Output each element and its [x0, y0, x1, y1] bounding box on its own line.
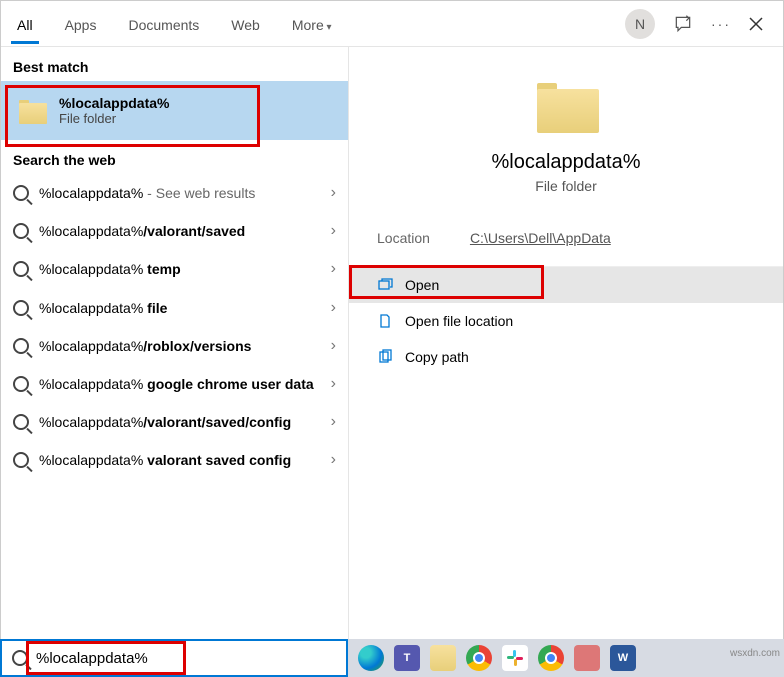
web-result-item[interactable]: %localappdata% file › [1, 289, 348, 327]
taskbar-teams-icon[interactable]: T [394, 645, 420, 671]
taskbar-snip-icon[interactable] [574, 645, 600, 671]
actions-list: Open Open file location Copy path [349, 266, 783, 375]
search-icon [12, 650, 28, 666]
tab-more[interactable]: More [276, 5, 348, 43]
preview-subtitle: File folder [535, 178, 596, 194]
web-result-text: %localappdata% temp [39, 260, 321, 278]
taskbar-chrome-icon[interactable] [466, 645, 492, 671]
search-icon [13, 452, 29, 468]
avatar[interactable]: N [625, 9, 655, 39]
search-icon [13, 185, 29, 201]
search-bar[interactable] [0, 639, 348, 677]
action-open[interactable]: Open [349, 267, 783, 303]
tab-all[interactable]: All [1, 5, 49, 43]
search-input[interactable] [36, 650, 336, 667]
folder-large-icon [533, 77, 599, 133]
preview-panel: %localappdata% File folder Location C:\U… [349, 47, 783, 659]
action-open-location[interactable]: Open file location [349, 303, 783, 339]
ellipsis-icon[interactable]: ··· [711, 16, 731, 32]
search-icon [13, 300, 29, 316]
tab-apps[interactable]: Apps [49, 5, 113, 43]
web-result-item[interactable]: %localappdata% - See web results › [1, 174, 348, 212]
web-result-item[interactable]: %localappdata%/valorant/saved › [1, 212, 348, 250]
action-label: Open [405, 277, 439, 293]
search-icon [13, 261, 29, 277]
feedback-icon[interactable] [673, 14, 693, 34]
location-link[interactable]: C:\Users\Dell\AppData [470, 230, 611, 246]
tabs: All Apps Documents Web More [1, 5, 348, 43]
chevron-right-icon: › [331, 184, 336, 202]
taskbar-word-icon[interactable]: W [610, 645, 636, 671]
search-icon [13, 414, 29, 430]
results-panel: Best match %localappdata% File folder Se… [1, 47, 349, 659]
tab-web[interactable]: Web [215, 5, 276, 43]
web-result-item[interactable]: %localappdata% valorant saved config › [1, 441, 348, 479]
search-icon [13, 338, 29, 354]
web-result-text: %localappdata%/valorant/saved [39, 222, 321, 240]
document-icon [377, 313, 393, 329]
section-search-web: Search the web [1, 140, 348, 174]
web-result-text: %localappdata% - See web results [39, 184, 321, 202]
chevron-right-icon: › [331, 375, 336, 393]
search-icon [13, 376, 29, 392]
chevron-right-icon: › [331, 413, 336, 431]
taskbar-edge-icon[interactable] [358, 645, 384, 671]
web-result-item[interactable]: %localappdata% temp › [1, 250, 348, 288]
taskbar-chrome2-icon[interactable] [538, 645, 564, 671]
chevron-right-icon: › [331, 451, 336, 469]
open-icon [377, 277, 393, 293]
action-label: Open file location [405, 313, 513, 329]
web-result-text: %localappdata% file [39, 299, 321, 317]
close-icon[interactable] [749, 17, 763, 31]
chevron-right-icon: › [331, 337, 336, 355]
web-result-item[interactable]: %localappdata%/roblox/versions › [1, 327, 348, 365]
web-result-text: %localappdata% google chrome user data [39, 375, 321, 393]
taskbar: T W [348, 639, 784, 677]
tab-documents[interactable]: Documents [112, 5, 215, 43]
header: All Apps Documents Web More N ··· [1, 1, 783, 47]
section-best-match: Best match [1, 47, 348, 81]
chevron-right-icon: › [331, 222, 336, 240]
web-result-text: %localappdata%/valorant/saved/config [39, 413, 321, 431]
web-result-item[interactable]: %localappdata%/valorant/saved/config › [1, 403, 348, 441]
watermark: wsxdn.com [730, 648, 780, 659]
action-copy-path[interactable]: Copy path [349, 339, 783, 375]
taskbar-explorer-icon[interactable] [430, 645, 456, 671]
web-result-item[interactable]: %localappdata% google chrome user data › [1, 365, 348, 403]
folder-icon [17, 98, 47, 124]
taskbar-slack-icon[interactable] [502, 645, 528, 671]
web-result-text: %localappdata%/roblox/versions [39, 337, 321, 355]
best-match-title: %localappdata% [59, 95, 169, 111]
action-label: Copy path [405, 349, 469, 365]
chevron-right-icon: › [331, 299, 336, 317]
copy-icon [377, 349, 393, 365]
best-match-subtitle: File folder [59, 111, 169, 126]
web-result-text: %localappdata% valorant saved config [39, 451, 321, 469]
preview-title: %localappdata% [492, 151, 641, 174]
location-label: Location [377, 230, 430, 246]
best-match-item[interactable]: %localappdata% File folder [1, 81, 348, 140]
search-icon [13, 223, 29, 239]
chevron-right-icon: › [331, 260, 336, 278]
